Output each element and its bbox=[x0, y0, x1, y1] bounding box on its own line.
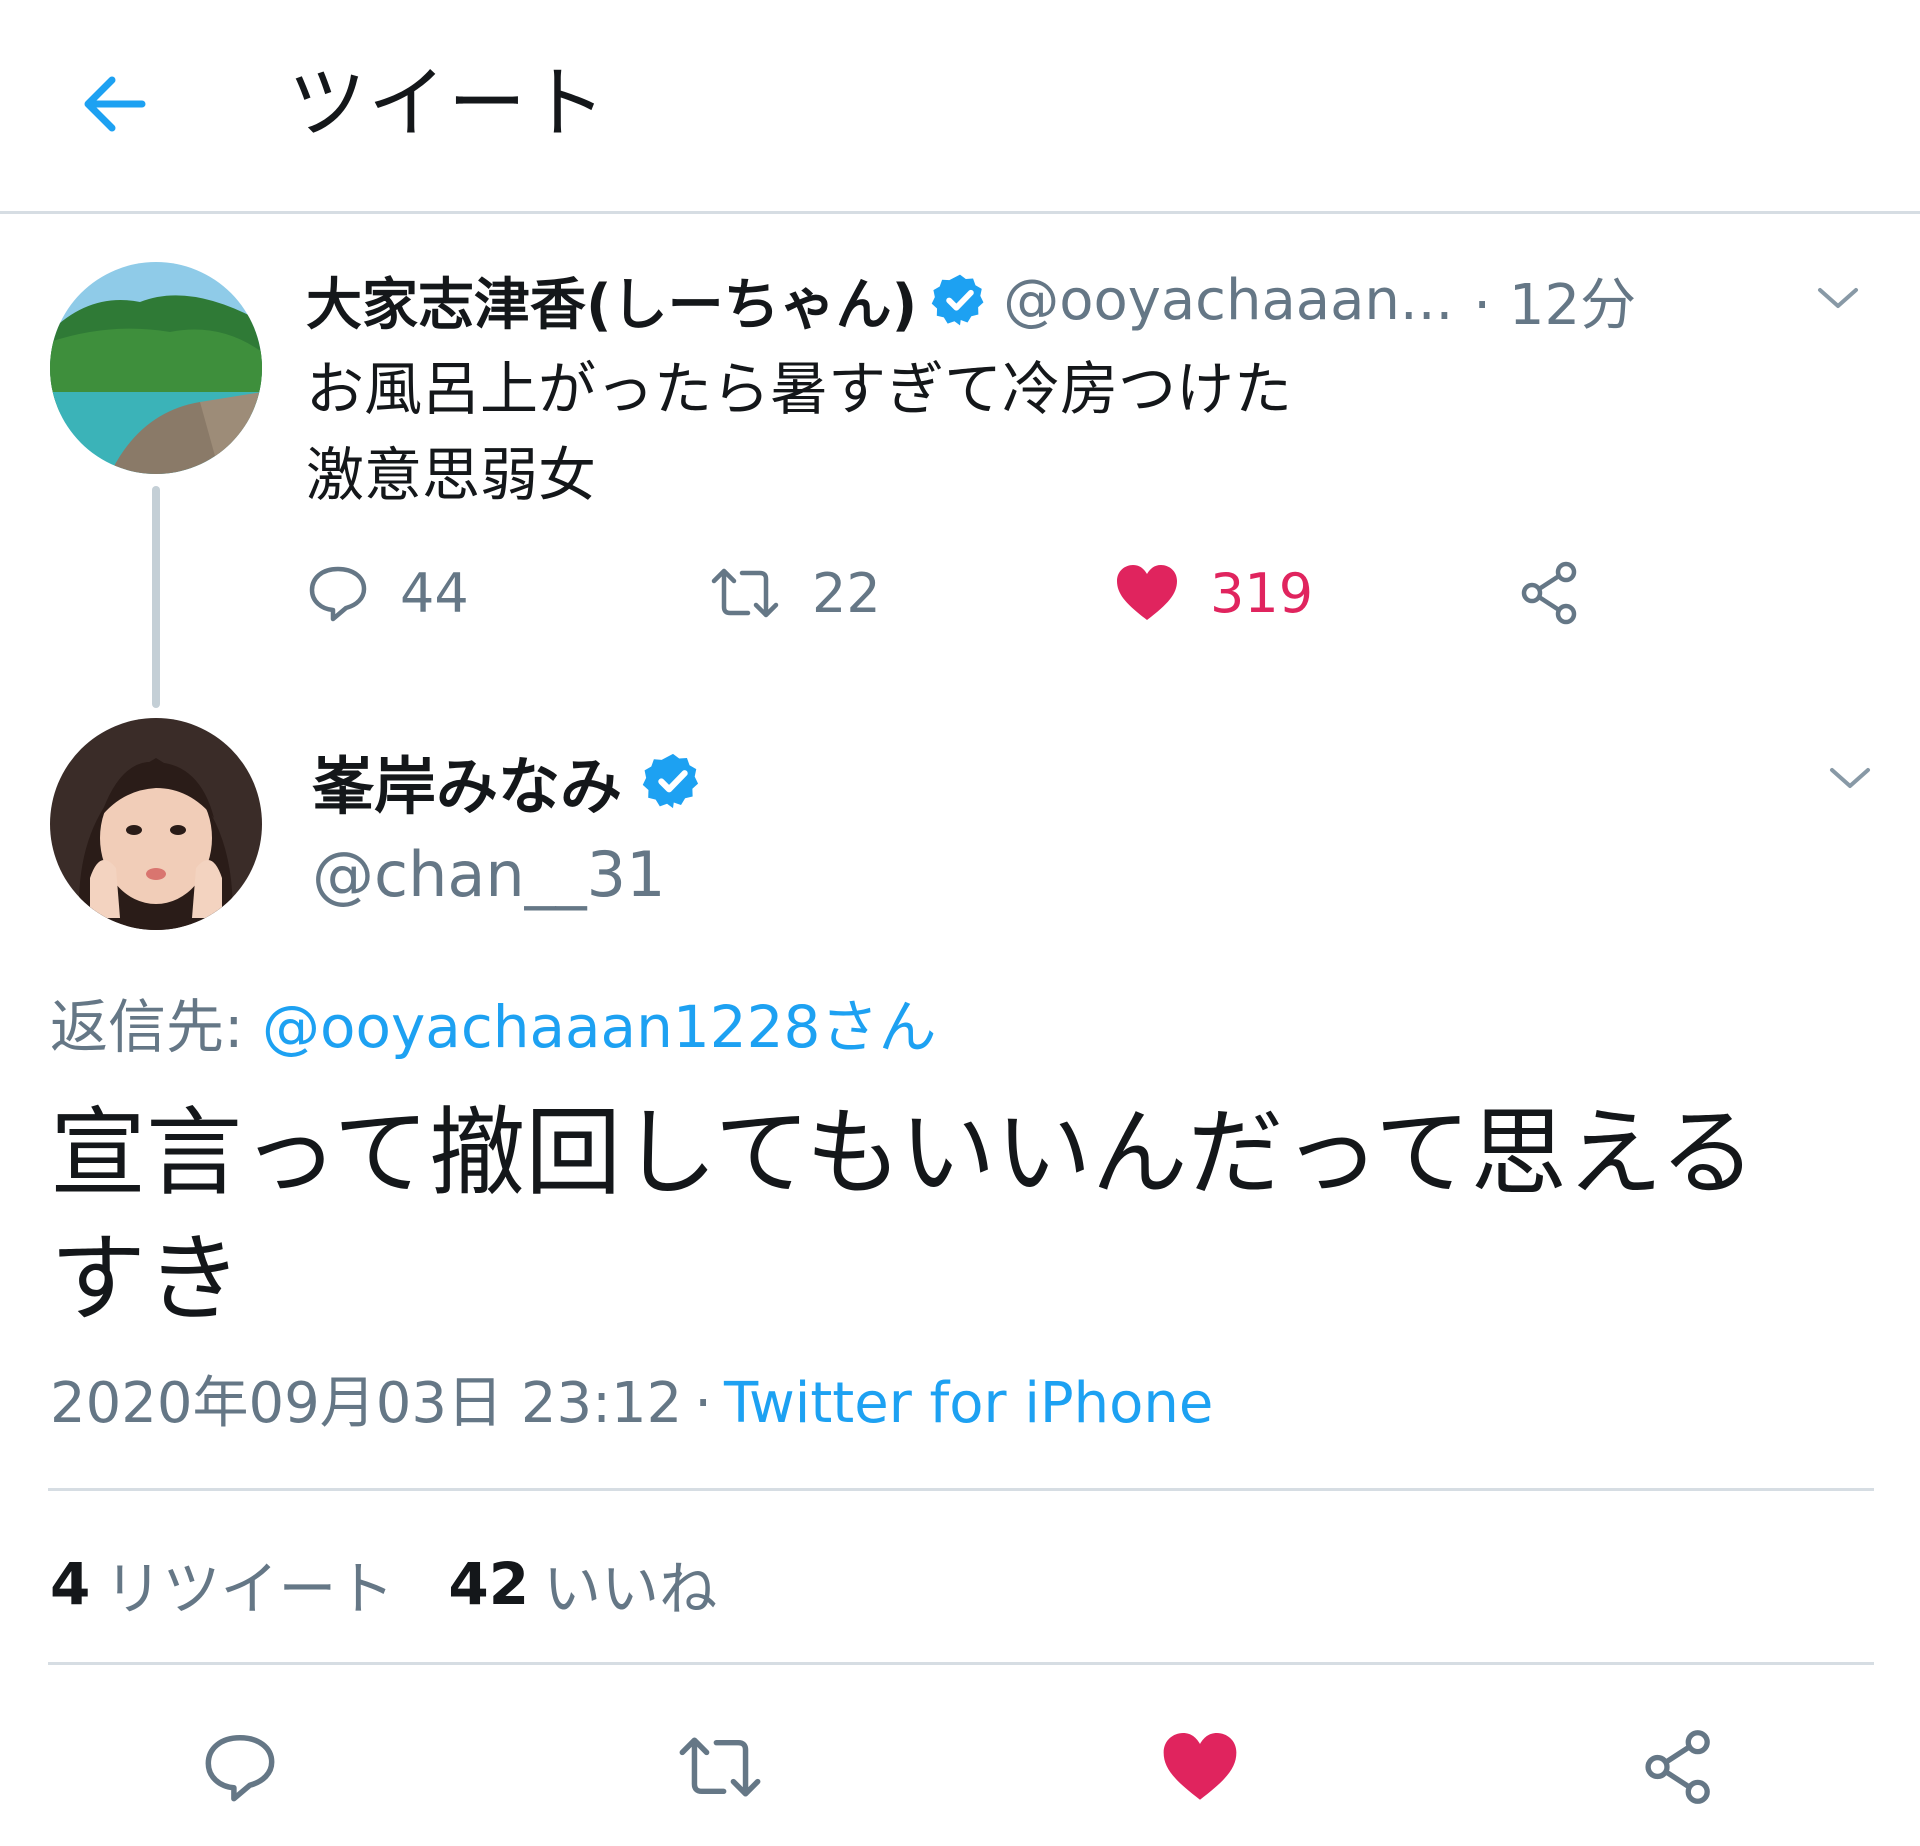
retweet-count: 22 bbox=[812, 561, 881, 625]
main-tweet-text: 宣言って撤回してもいいんだって思える すき bbox=[50, 1097, 1756, 1335]
main-tweet-header: 峯岸みなみ bbox=[312, 736, 704, 826]
back-button[interactable] bbox=[72, 62, 156, 146]
like-button[interactable] bbox=[1145, 1712, 1255, 1822]
like-total[interactable]: 42 bbox=[448, 1550, 529, 1618]
profile-photo-landscape bbox=[50, 262, 262, 474]
arrow-left-icon bbox=[84, 76, 146, 132]
reply-to: 返信先: @ooyachaaan1228さん bbox=[50, 980, 936, 1064]
avatar[interactable] bbox=[50, 262, 262, 474]
page-title: ツイート bbox=[288, 59, 609, 149]
share-icon bbox=[1645, 1730, 1710, 1804]
verified-badge-icon bbox=[931, 274, 984, 326]
tweet-source-link[interactable]: Twitter for iPhone bbox=[724, 1371, 1213, 1436]
tweet-stats: 4 リツイート 42 いいね bbox=[50, 1542, 771, 1626]
like-count: 319 bbox=[1210, 561, 1314, 625]
display-name[interactable]: 峯岸みなみ bbox=[312, 736, 622, 826]
heart-icon bbox=[1163, 1733, 1237, 1800]
verified-badge-icon bbox=[642, 753, 699, 809]
thread-connector bbox=[152, 486, 160, 708]
avatar[interactable] bbox=[50, 718, 262, 930]
handle[interactable]: @ooyachaaan... bbox=[1003, 268, 1453, 333]
retweet-button[interactable] bbox=[665, 1712, 775, 1822]
share-button[interactable] bbox=[1625, 1712, 1735, 1822]
main-tweet-actions bbox=[0, 1712, 1920, 1822]
share-button[interactable] bbox=[1518, 548, 1584, 638]
reply-button[interactable] bbox=[185, 1712, 295, 1822]
parent-tweet-header: 大家志津香(しーちゃん) @ooyachaaan... · 12分 bbox=[306, 262, 1636, 338]
parent-tweet-actions: 44 22 319 bbox=[306, 548, 1606, 638]
reply-button[interactable]: 44 bbox=[306, 548, 469, 638]
retweet-total[interactable]: 4 bbox=[50, 1550, 90, 1618]
tweet-time: · 12分 bbox=[1473, 272, 1637, 338]
display-name[interactable]: 大家志津香(しーちゃん) bbox=[306, 260, 917, 341]
heart-icon bbox=[1117, 565, 1177, 620]
retweet-icon bbox=[711, 568, 779, 618]
retweet-total-label[interactable]: リツイート bbox=[104, 1542, 394, 1626]
retweet-button[interactable]: 22 bbox=[708, 548, 881, 638]
divider bbox=[48, 1662, 1874, 1665]
meta-separator: · bbox=[694, 1371, 713, 1436]
like-total-label[interactable]: いいね bbox=[543, 1542, 717, 1626]
chevron-down-icon[interactable] bbox=[1812, 272, 1864, 324]
profile-photo-portrait bbox=[50, 718, 262, 930]
share-icon bbox=[1521, 561, 1577, 625]
tweet-meta: 2020年09月03日 23:12 · Twitter for iPhone bbox=[50, 1358, 1213, 1439]
retweet-icon bbox=[679, 1737, 761, 1797]
like-button[interactable]: 319 bbox=[1114, 548, 1313, 638]
tweet-date: 2020年09月03日 23:12 bbox=[50, 1371, 683, 1436]
handle[interactable]: @chan__31 bbox=[312, 838, 666, 911]
reply-to-link[interactable]: @ooyachaaan1228さん bbox=[262, 993, 936, 1061]
top-bar: ツイート bbox=[0, 0, 1920, 214]
parent-tweet-text: お風呂上がったら暑すぎて冷房つけた 激意思弱女 bbox=[306, 355, 1293, 509]
reply-icon bbox=[309, 566, 367, 622]
reply-count: 44 bbox=[400, 561, 469, 625]
chevron-down-icon[interactable] bbox=[1824, 752, 1876, 804]
reply-icon bbox=[205, 1735, 275, 1802]
divider bbox=[48, 1488, 1874, 1491]
reply-to-label: 返信先: bbox=[50, 993, 244, 1061]
